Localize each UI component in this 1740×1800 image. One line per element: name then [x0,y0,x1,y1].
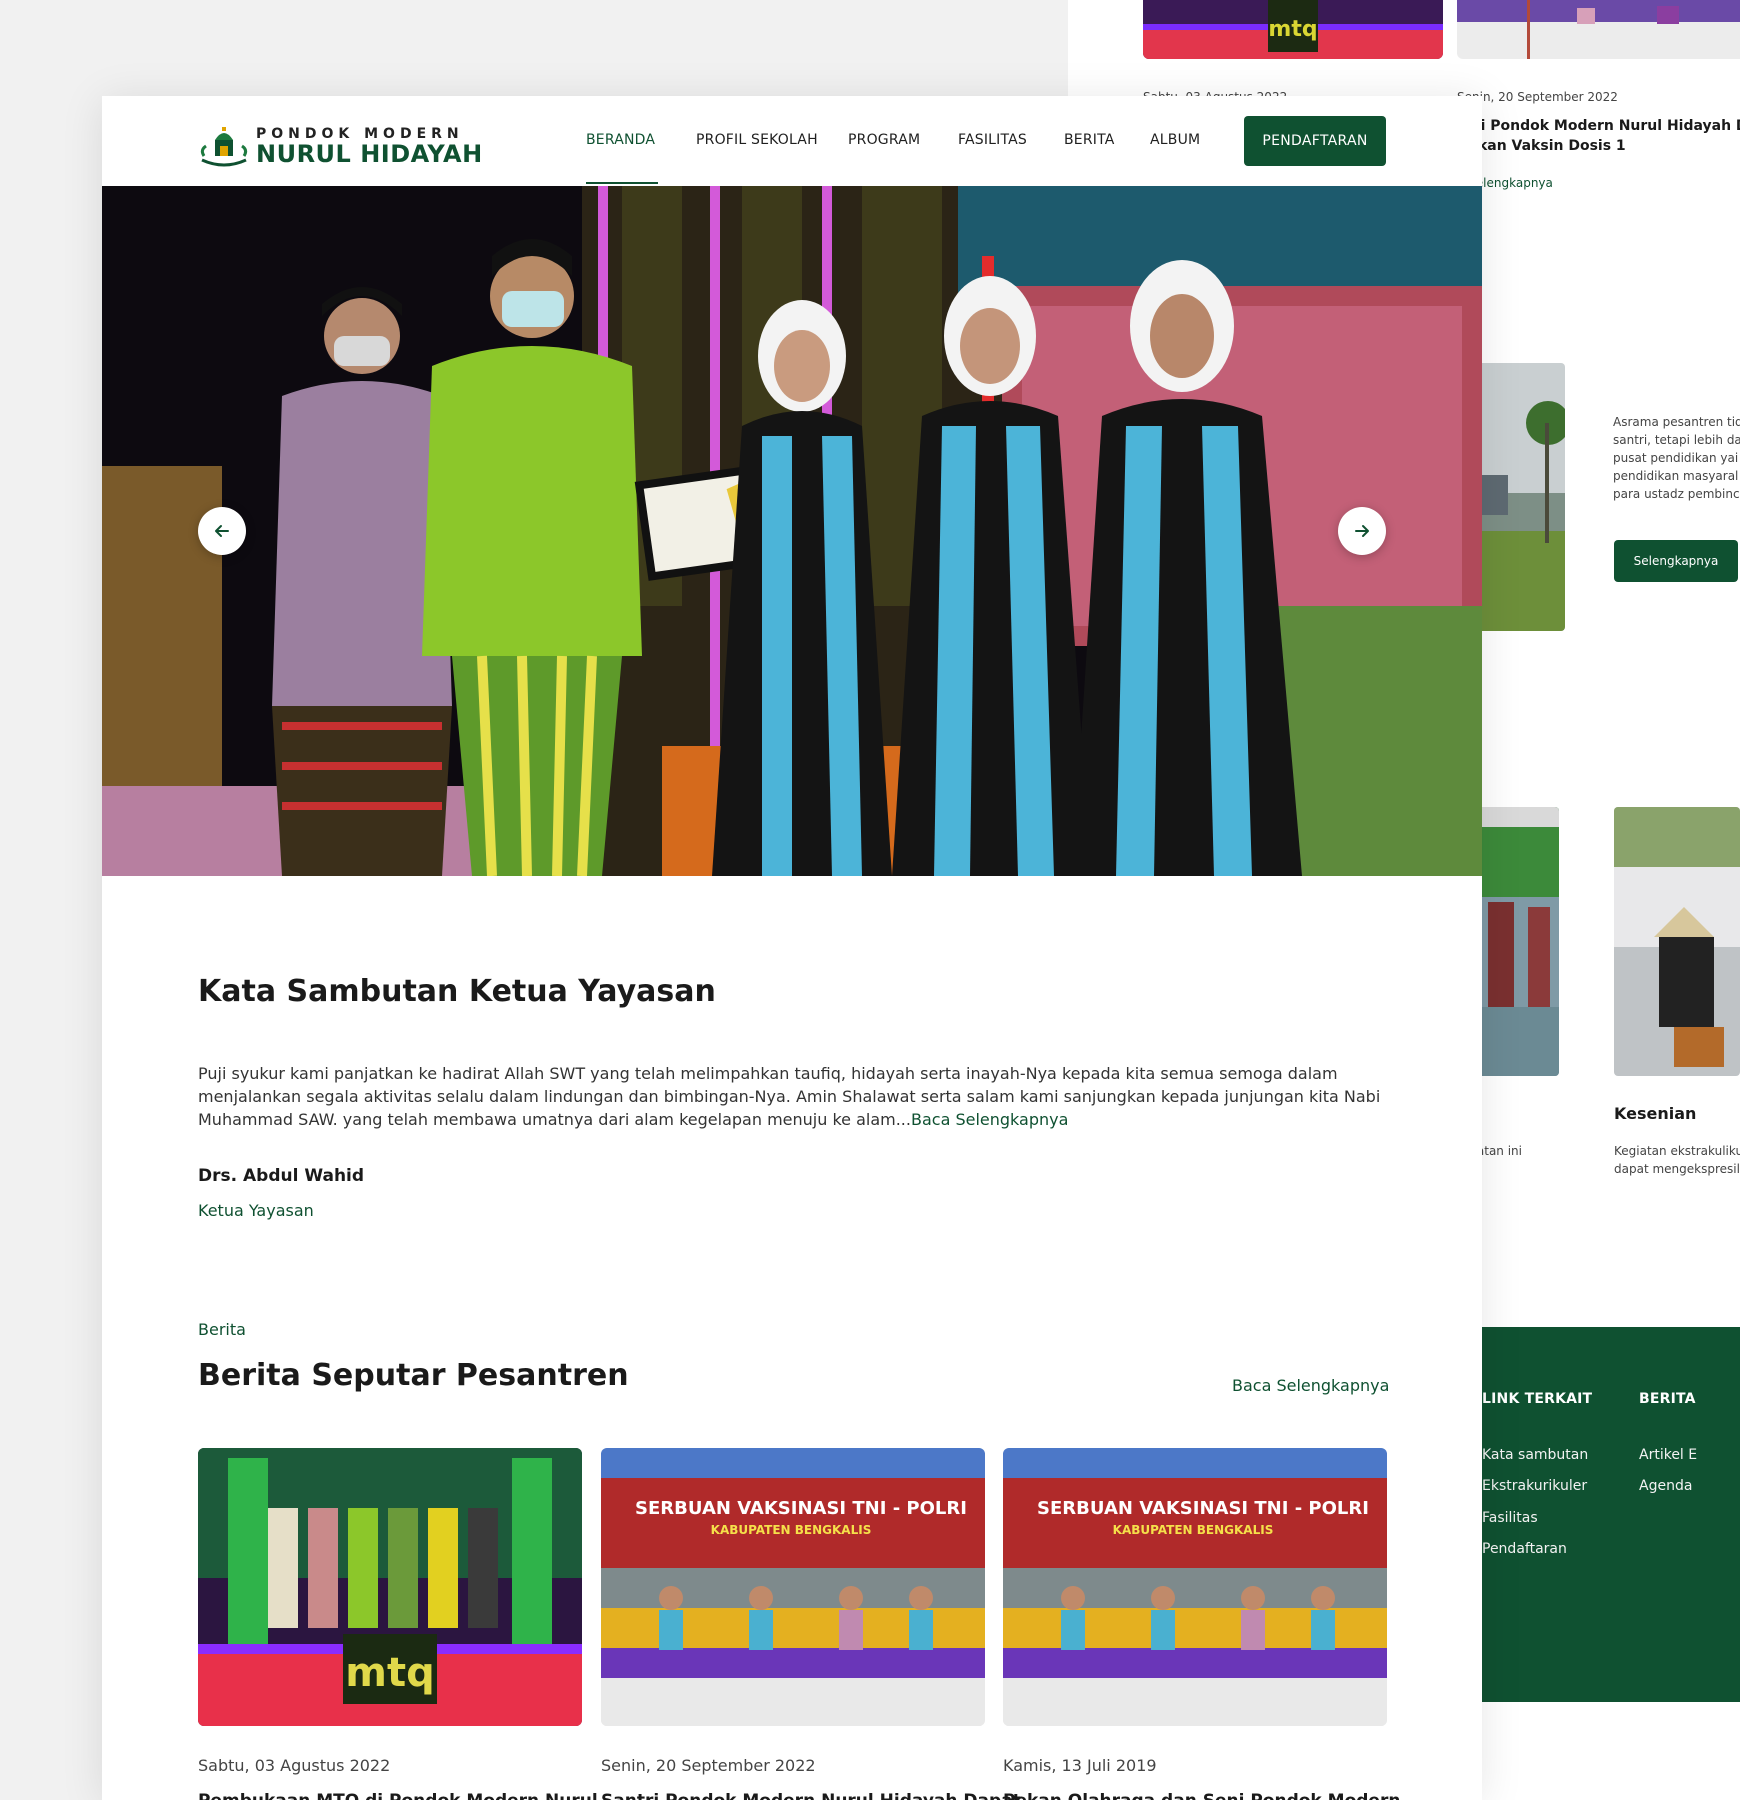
footer-link[interactable]: Agenda [1639,1478,1692,1494]
banner-text: SERBUAN VAKSINASI TNI - POLRI [1037,1498,1369,1519]
hero-prev-button[interactable] [198,507,246,555]
sambutan-text-line: Puji syukur kami panjatkan ke hadirat Al… [198,1064,1338,1083]
banner-subtext: KABUPATEN BENGKALIS [711,1523,872,1537]
sambutan-read-more-link[interactable]: Baca Selengkapnya [911,1110,1068,1129]
berita-eyebrow: Berita [198,1320,246,1339]
news-image: SERBUAN VAKSINASI TNI - POLRI KABUPATEN … [601,1448,985,1726]
footer-link[interactable]: Kata sambutan [1482,1447,1588,1463]
kesenian-text-line: Kegiatan ekstrakuliku [1614,1144,1740,1158]
news-title[interactable]: Pekan Olahraga dan Seni Pondok Modern [1003,1791,1400,1800]
sambutan-text-line: menjalankan segala aktivitas selalu dala… [198,1087,1381,1106]
footer-link[interactable]: Artikel E [1639,1447,1697,1463]
arrow-right-icon [1355,525,1369,537]
news-date: Sabtu, 03 Agustus 2022 [198,1756,391,1775]
back-news-card[interactable]: mtq Sabtu, 03 Agustus 2022 [1143,0,1443,104]
brand-line-2: NURUL HIDAYAH [256,139,483,168]
news-card[interactable]: SERBUAN VAKSINASI TNI - POLRI KABUPATEN … [601,1448,1021,1800]
hero-image [102,186,1482,876]
asrama-text-line: santri, tetapi lebih da [1613,433,1740,447]
mtq-logo: mtq [1268,17,1317,42]
footer-link[interactable]: Ekstrakurikuler [1482,1478,1587,1494]
asrama-text-line: pusat pendidikan yai [1613,451,1739,465]
nav-item-berita[interactable]: BERITA [1064,132,1115,148]
nav-item-album[interactable]: ALBUM [1150,132,1200,148]
active-nav-indicator [586,182,658,184]
kesenian-title: Kesenian [1614,1104,1697,1123]
footer-link[interactable]: Pendaftaran [1482,1541,1567,1557]
asrama-text-line: para ustadz pembinc [1613,487,1740,501]
news-date: Senin, 20 September 2022 [1457,90,1618,104]
back-news-card[interactable]: Senin, 20 September 2022 ntri Pondok Mod… [1457,0,1740,190]
banner-text: SERBUAN VAKSINASI TNI - POLRI [635,1498,967,1519]
news-title-line: ntri Pondok Modern Nurul Hidayah Dap [1457,118,1740,134]
asrama-text-line: Asrama pesantren tid [1613,415,1740,429]
homepage-mockup: PONDOK MODERN NURUL HIDAYAH BERANDA PROF… [102,96,1482,1800]
nav-item-beranda[interactable]: BERANDA [586,132,655,148]
asrama-text-line: pendidikan masyaral [1613,469,1739,483]
news-title[interactable]: Pembukaan MTQ di Pondok Modern Nurul [198,1791,598,1800]
news-image [1457,0,1740,59]
footer-col-title: LINK TERKAIT [1482,1391,1593,1407]
news-card[interactable]: mtq Sabtu, 03 Agustus 2022 Pembukaan MTQ… [198,1448,598,1800]
arrow-left-icon [215,525,229,537]
footer-col-title: BERITA [1639,1391,1696,1407]
nav-item-fasilitas[interactable]: FASILITAS [958,132,1027,148]
news-image: mtq [1143,0,1443,59]
asrama-selengkapnya-button[interactable]: Selengkapnya [1614,540,1738,582]
sambutan-text-line: Muhammad SAW. yang telah membawa umatnya… [198,1110,911,1129]
footer-link[interactable]: Fasilitas [1482,1510,1538,1526]
news-card[interactable]: SERBUAN VAKSINASI TNI - POLRI KABUPATEN … [1003,1448,1400,1800]
news-image: mtq [198,1448,582,1726]
kesenian-text-line: dapat mengekspresil [1614,1162,1740,1176]
pendaftaran-button[interactable]: PENDAFTARAN [1244,116,1386,166]
banner-subtext: KABUPATEN BENGKALIS [1113,1523,1274,1537]
sambutan-author-role: Ketua Yayasan [198,1201,314,1220]
berita-heading: Berita Seputar Pesantren [198,1358,629,1393]
hero-slider [102,186,1482,876]
news-title-line: atikan Vaksin Dosis 1 [1457,138,1626,154]
navbar: PONDOK MODERN NURUL HIDAYAH BERANDA PROF… [102,96,1482,186]
news-image: SERBUAN VAKSINASI TNI - POLRI KABUPATEN … [1003,1448,1387,1726]
news-date: Senin, 20 September 2022 [601,1756,816,1775]
sambutan-author-name: Drs. Abdul Wahid [198,1166,365,1186]
kesenian-image [1614,807,1740,1076]
news-date: Kamis, 13 Juli 2019 [1003,1756,1157,1775]
mosque-emblem-icon [198,124,250,168]
mtq-logo: mtq [345,1650,434,1696]
nav-item-profil-sekolah[interactable]: PROFIL SEKOLAH [696,132,818,148]
news-title[interactable]: Santri Pondok Modern Nurul Hidayah Dapat [601,1791,1021,1800]
sambutan-text-line-last: Muhammad SAW. yang telah membawa umatnya… [198,1108,1068,1131]
berita-read-more-link[interactable]: Baca Selengkapnya [1232,1376,1389,1395]
hero-next-button[interactable] [1338,507,1386,555]
site-logo[interactable]: PONDOK MODERN NURUL HIDAYAH [198,124,483,168]
sambutan-heading: Kata Sambutan Ketua Yayasan [198,974,716,1009]
news-read-more-link[interactable]: a Selengkapnya [1457,176,1740,190]
nav-item-program[interactable]: PROGRAM [848,132,920,148]
